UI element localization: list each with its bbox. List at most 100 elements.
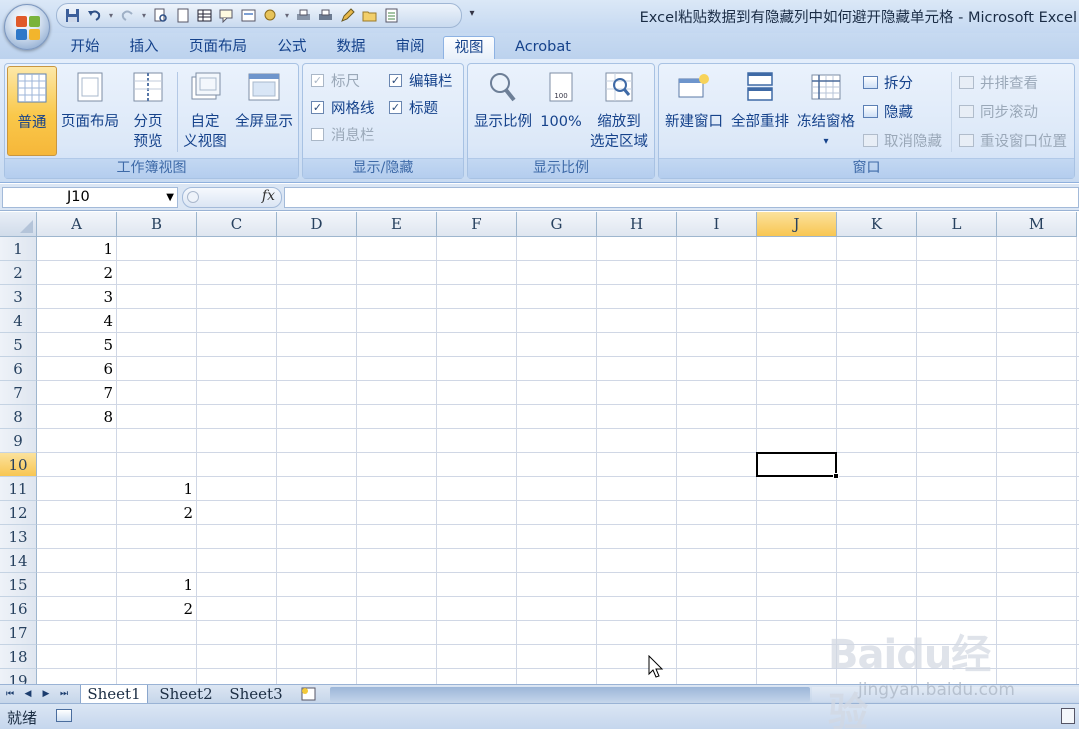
page-layout-view-button[interactable]: 页面布局 <box>59 66 121 156</box>
column-header-e[interactable]: E <box>357 212 437 237</box>
worksheet-grid[interactable]: ABCDEFGHIJKLM 1 2 3 4 5 6 7 8 9 10 11 12 13 14 15 16 17 1… <box>0 212 1079 684</box>
ruler-checkbox[interactable]: ✓ 标尺 <box>311 70 360 90</box>
gridlines-checkbox[interactable]: ✓ 网格线 <box>311 97 375 117</box>
row-header-7[interactable]: 7 <box>0 381 37 405</box>
cell-a5[interactable]: 5 <box>37 333 117 357</box>
full-screen-button[interactable]: 全屏显示 <box>231 66 297 156</box>
sheet-icon[interactable] <box>382 6 401 25</box>
tab-page-layout[interactable]: 页面布局 <box>180 36 256 59</box>
cell-a7[interactable]: 7 <box>37 381 117 405</box>
fill-handle[interactable] <box>833 473 839 479</box>
last-sheet-icon[interactable]: ⏭ <box>58 687 70 701</box>
cell-a8[interactable]: 8 <box>37 405 117 429</box>
column-header-k[interactable]: K <box>837 212 917 237</box>
column-header-m[interactable]: M <box>997 212 1077 237</box>
active-cell-selection[interactable] <box>756 452 837 477</box>
row-header-3[interactable]: 3 <box>0 285 37 309</box>
tools-dropdown-icon[interactable]: ▾ <box>283 6 291 25</box>
column-header-h[interactable]: H <box>597 212 677 237</box>
normal-view-status-icon[interactable] <box>1061 708 1075 724</box>
row-header-11[interactable]: 11 <box>0 477 37 501</box>
print-icon[interactable] <box>294 6 313 25</box>
row-header-10[interactable]: 10 <box>0 453 37 477</box>
row-header-18[interactable]: 18 <box>0 645 37 669</box>
column-header-l[interactable]: L <box>917 212 997 237</box>
comment-icon[interactable] <box>217 6 236 25</box>
sheet-tab-sheet1[interactable]: Sheet1 <box>80 685 148 704</box>
hide-button[interactable]: 隐藏 <box>863 101 913 121</box>
row-header-5[interactable]: 5 <box>0 333 37 357</box>
row-header-4[interactable]: 4 <box>0 309 37 333</box>
row-header-17[interactable]: 17 <box>0 621 37 645</box>
next-sheet-icon[interactable]: ▶ <box>40 687 52 701</box>
tab-view[interactable]: 视图 <box>443 36 495 59</box>
print-preview-icon[interactable] <box>151 6 170 25</box>
column-header-b[interactable]: B <box>117 212 197 237</box>
redo-dropdown-icon[interactable]: ▾ <box>140 6 148 25</box>
horizontal-scrollbar[interactable] <box>330 687 810 702</box>
formula-bar-checkbox[interactable]: ✓ 编辑栏 <box>389 70 453 90</box>
row-header-12[interactable]: 12 <box>0 501 37 525</box>
row-header-13[interactable]: 13 <box>0 525 37 549</box>
name-box-dropdown-icon[interactable]: ▼ <box>166 188 174 207</box>
row-header-19[interactable]: 19 <box>0 669 37 684</box>
new-icon[interactable] <box>173 6 192 25</box>
page-break-preview-button[interactable]: 分页 预览 <box>123 66 173 156</box>
cell-b12[interactable]: 2 <box>117 501 197 525</box>
message-bar-checkbox[interactable]: 消息栏 <box>311 124 375 144</box>
tab-data[interactable]: 数据 <box>326 36 376 59</box>
horizontal-scroll-track[interactable] <box>812 687 1079 702</box>
tools-icon[interactable] <box>261 6 280 25</box>
tab-formulas[interactable]: 公式 <box>268 36 316 59</box>
row-header-6[interactable]: 6 <box>0 357 37 381</box>
tab-review[interactable]: 审阅 <box>386 36 434 59</box>
zoom-to-selection-button[interactable]: 缩放到 选定区域 <box>586 66 652 156</box>
custom-views-button[interactable]: 自定 义视图 <box>179 66 231 156</box>
column-header-g[interactable]: G <box>517 212 597 237</box>
macro-record-icon[interactable] <box>56 709 72 722</box>
customize-qat-icon[interactable]: ▾ <box>465 8 479 24</box>
undo-dropdown-icon[interactable]: ▾ <box>107 6 115 25</box>
new-window-button[interactable]: 新建窗口 <box>661 66 727 156</box>
cell-b16[interactable]: 2 <box>117 597 197 621</box>
headings-checkbox[interactable]: ✓ 标题 <box>389 97 438 117</box>
row-header-16[interactable]: 16 <box>0 597 37 621</box>
cell-a2[interactable]: 2 <box>37 261 117 285</box>
first-sheet-icon[interactable]: ⏮ <box>4 687 16 701</box>
unhide-button[interactable]: 取消隐藏 <box>863 130 942 150</box>
edit-icon[interactable] <box>338 6 357 25</box>
formula-input[interactable] <box>284 187 1079 208</box>
row-header-8[interactable]: 8 <box>0 405 37 429</box>
zoom-100-button[interactable]: 100 100% <box>538 66 584 156</box>
tab-insert[interactable]: 插入 <box>120 36 168 59</box>
row-header-14[interactable]: 14 <box>0 549 37 573</box>
freeze-panes-button[interactable]: 冻结窗格 ▾ <box>793 66 859 156</box>
cell-a6[interactable]: 6 <box>37 357 117 381</box>
cell-a3[interactable]: 3 <box>37 285 117 309</box>
sheet-tab-sheet2[interactable]: Sheet2 <box>153 685 219 704</box>
prev-sheet-icon[interactable]: ◀ <box>22 687 34 701</box>
undo-icon[interactable] <box>85 6 104 25</box>
insert-sheet-icon[interactable] <box>298 686 320 702</box>
view-side-by-side-button[interactable]: 并排查看 <box>959 72 1038 92</box>
tab-home[interactable]: 开始 <box>60 36 110 59</box>
tab-acrobat[interactable]: Acrobat <box>504 36 582 59</box>
column-header-d[interactable]: D <box>277 212 357 237</box>
cell-b15[interactable]: 1 <box>117 573 197 597</box>
column-header-f[interactable]: F <box>437 212 517 237</box>
select-all-button[interactable] <box>0 212 37 237</box>
sheet-tab-sheet3[interactable]: Sheet3 <box>223 685 289 704</box>
quick-print-icon[interactable] <box>316 6 335 25</box>
zoom-button[interactable]: 显示比例 <box>470 66 536 156</box>
row-header-15[interactable]: 15 <box>0 573 37 597</box>
column-header-i[interactable]: I <box>677 212 757 237</box>
cell-a1[interactable]: 1 <box>37 237 117 261</box>
split-button[interactable]: 拆分 <box>863 72 913 92</box>
cell-b11[interactable]: 1 <box>117 477 197 501</box>
open-icon[interactable] <box>360 6 379 25</box>
column-header-c[interactable]: C <box>197 212 277 237</box>
row-header-2[interactable]: 2 <box>0 261 37 285</box>
save-icon[interactable] <box>63 6 82 25</box>
office-button[interactable] <box>4 4 50 50</box>
insert-function-icon[interactable]: fx <box>262 188 275 204</box>
